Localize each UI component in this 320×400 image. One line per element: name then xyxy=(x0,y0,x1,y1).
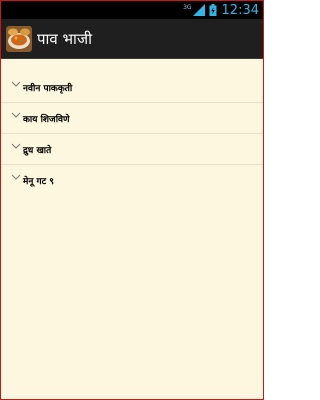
menu-item-label: काय शिजविणे xyxy=(23,114,70,125)
pav-bhaji-dish-icon[interactable] xyxy=(6,25,32,52)
chevron-down-icon xyxy=(11,112,21,118)
action-bar: पाव भाजी xyxy=(1,19,263,59)
app-window: 3G 12:34 पाव भाजी नवीन पाककृती काय शिजवि… xyxy=(0,0,264,400)
app-title: पाव भाजी xyxy=(37,29,92,48)
battery-icon xyxy=(209,4,217,16)
menu-list: नवीन पाककृती काय शिजविणे द्रुध खाते मेनू… xyxy=(1,71,263,195)
menu-item-what-to-cook[interactable]: काय शिजविणे xyxy=(1,102,263,133)
signal-icon xyxy=(192,4,205,16)
chevron-down-icon xyxy=(11,81,21,87)
menu-item-new-recipe[interactable]: नवीन पाककृती xyxy=(1,71,263,102)
menu-item-menu-group-9[interactable]: मेनू गट ९ xyxy=(1,164,263,195)
network-type: 3G xyxy=(183,3,192,11)
status-clock: 12:34 xyxy=(221,2,259,18)
menu-item-label: मेनू गट ९ xyxy=(23,176,54,187)
menu-item-label: द्रुध खाते xyxy=(23,145,52,156)
chevron-down-icon xyxy=(11,174,21,180)
menu-item-dairy-account[interactable]: द्रुध खाते xyxy=(1,133,263,164)
menu-item-label: नवीन पाककृती xyxy=(23,83,73,94)
chevron-down-icon xyxy=(11,143,21,149)
status-bar: 3G 12:34 xyxy=(1,1,263,19)
